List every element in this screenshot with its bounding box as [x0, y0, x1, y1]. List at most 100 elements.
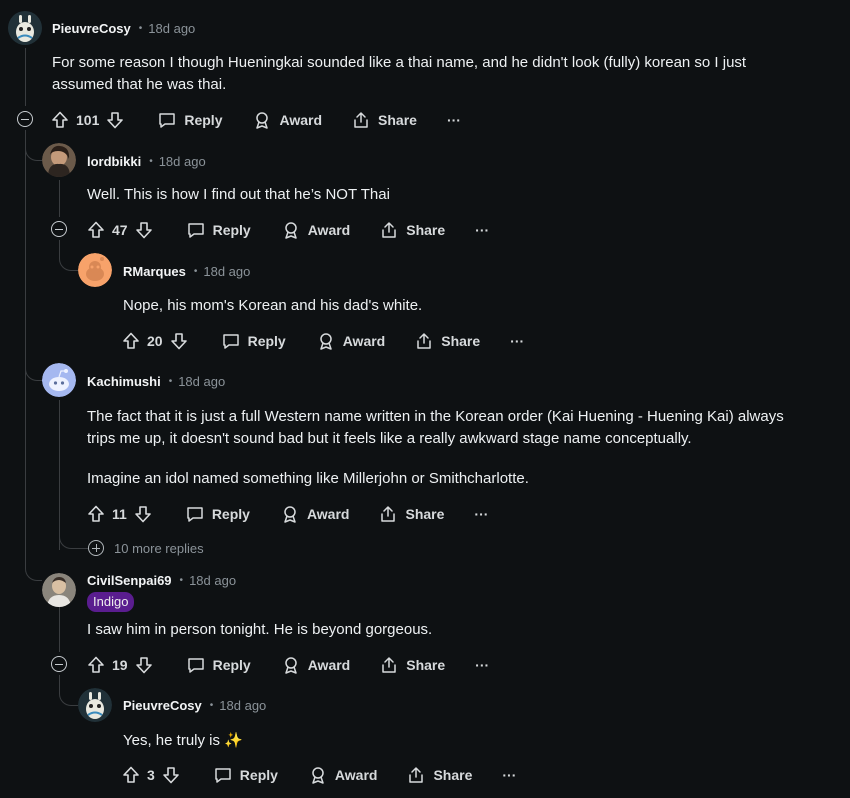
share-button[interactable]: Share	[415, 332, 480, 350]
username[interactable]: CivilSenpai69	[87, 573, 172, 588]
award-icon	[309, 766, 327, 784]
award-button[interactable]: Award	[317, 332, 386, 350]
share-label: Share	[378, 112, 417, 128]
share-icon	[415, 332, 433, 350]
downvote-icon[interactable]	[135, 221, 153, 239]
downvote-icon[interactable]	[135, 656, 153, 674]
upvote-icon[interactable]	[87, 221, 105, 239]
avatar[interactable]	[8, 11, 42, 45]
timestamp[interactable]: 18d ago	[189, 573, 236, 588]
share-button[interactable]: Share	[352, 111, 417, 129]
comment-body: Well. This is how I find out that he’s N…	[87, 184, 390, 206]
comment-text-line: Well. This is how I find out that he’s N…	[87, 186, 390, 203]
reply-label: Reply	[247, 333, 286, 349]
vote-count: 3	[147, 767, 155, 783]
more-replies-button[interactable]: 10 more replies	[88, 540, 204, 556]
thread-curve	[59, 520, 88, 549]
share-label: Share	[441, 333, 481, 349]
thread-line-civilsenpai	[59, 605, 60, 652]
reply-button[interactable]: Reply	[214, 766, 278, 784]
award-label: Award	[342, 333, 386, 349]
share-label: Share	[406, 657, 446, 673]
award-icon	[253, 111, 271, 129]
share-button[interactable]: Share	[379, 505, 444, 523]
timestamp[interactable]: 18d ago	[203, 264, 250, 279]
timestamp[interactable]: 18d ago	[178, 374, 225, 389]
comment-text-line: trips me up, it doesn't sound bad but it…	[87, 430, 692, 447]
share-button[interactable]: Share	[407, 766, 472, 784]
downvote-icon[interactable]	[134, 505, 152, 523]
share-label: Share	[433, 767, 473, 783]
more-options-button[interactable]: ···	[510, 333, 524, 349]
award-button[interactable]: Award	[281, 505, 349, 523]
more-options-button[interactable]: ···	[447, 112, 461, 128]
more-options-button[interactable]: ···	[474, 506, 488, 522]
more-options-button[interactable]: ···	[502, 767, 516, 783]
collapse-icon[interactable]	[51, 221, 67, 237]
upvote-icon[interactable]	[87, 505, 105, 523]
share-icon	[379, 505, 397, 523]
award-button[interactable]: Award	[309, 766, 377, 784]
reply-button[interactable]: Reply	[187, 656, 251, 674]
reply-button[interactable]: Reply	[187, 221, 251, 239]
timestamp[interactable]: 18d ago	[219, 698, 266, 713]
avatar[interactable]	[78, 253, 112, 287]
thread-line-root	[25, 130, 26, 560]
downvote-icon[interactable]	[162, 766, 180, 784]
award-button[interactable]: Award	[253, 111, 322, 129]
comment-body: I saw him in person tonight. He is beyon…	[87, 619, 432, 641]
comment-text-line: Imagine an idol named something like Mil…	[87, 470, 529, 487]
avatar[interactable]	[42, 363, 76, 397]
more-options-button[interactable]: ···	[475, 222, 489, 238]
upvote-icon[interactable]	[122, 332, 140, 350]
award-label: Award	[279, 112, 323, 128]
thread-line-lordbikki	[59, 180, 60, 217]
upvote-icon[interactable]	[51, 111, 69, 129]
award-label: Award	[307, 222, 351, 238]
comment-actions: 3 Reply Award Share ···	[122, 763, 516, 787]
collapse-icon[interactable]	[17, 111, 33, 127]
share-icon	[380, 221, 398, 239]
comment-actions: 11 Reply Award Share ···	[87, 502, 488, 526]
reply-icon	[222, 332, 240, 350]
share-icon	[380, 656, 398, 674]
username[interactable]: PieuvreCosy	[123, 698, 202, 713]
separator-dot: •	[138, 22, 143, 34]
vote-count: 20	[147, 333, 163, 349]
award-icon	[282, 221, 300, 239]
timestamp[interactable]: 18d ago	[159, 154, 206, 169]
avatar[interactable]	[42, 573, 76, 607]
reply-button[interactable]: Reply	[158, 111, 222, 129]
expand-icon	[88, 540, 104, 556]
downvote-icon[interactable]	[106, 111, 124, 129]
share-button[interactable]: Share	[380, 656, 445, 674]
share-button[interactable]: Share	[380, 221, 445, 239]
timestamp[interactable]: 18d ago	[148, 21, 195, 36]
reply-button[interactable]: Reply	[222, 332, 286, 350]
collapse-icon[interactable]	[51, 656, 67, 672]
username[interactable]: PieuvreCosy	[52, 21, 131, 36]
avatar[interactable]	[42, 143, 76, 177]
username[interactable]: Kachimushi	[87, 374, 161, 389]
comment-body: For some reason I though Hueningkai soun…	[52, 52, 746, 96]
award-icon	[281, 505, 299, 523]
more-options-button[interactable]: ···	[475, 657, 489, 673]
award-label: Award	[307, 657, 351, 673]
avatar[interactable]	[78, 688, 112, 722]
reply-icon	[158, 111, 176, 129]
vote-group: 20	[122, 332, 188, 350]
username[interactable]: lordbikki	[87, 154, 141, 169]
share-icon	[352, 111, 370, 129]
award-icon	[317, 332, 335, 350]
upvote-icon[interactable]	[122, 766, 140, 784]
reply-icon	[186, 505, 204, 523]
thread-curve	[25, 130, 42, 161]
separator-dot: •	[168, 375, 173, 387]
username[interactable]: RMarques	[123, 264, 186, 279]
upvote-icon[interactable]	[87, 656, 105, 674]
award-button[interactable]: Award	[282, 656, 351, 674]
comment-text-line: I saw him in person tonight. He is beyon…	[87, 621, 433, 638]
downvote-icon[interactable]	[170, 332, 188, 350]
reply-button[interactable]: Reply	[186, 505, 250, 523]
award-button[interactable]: Award	[282, 221, 351, 239]
